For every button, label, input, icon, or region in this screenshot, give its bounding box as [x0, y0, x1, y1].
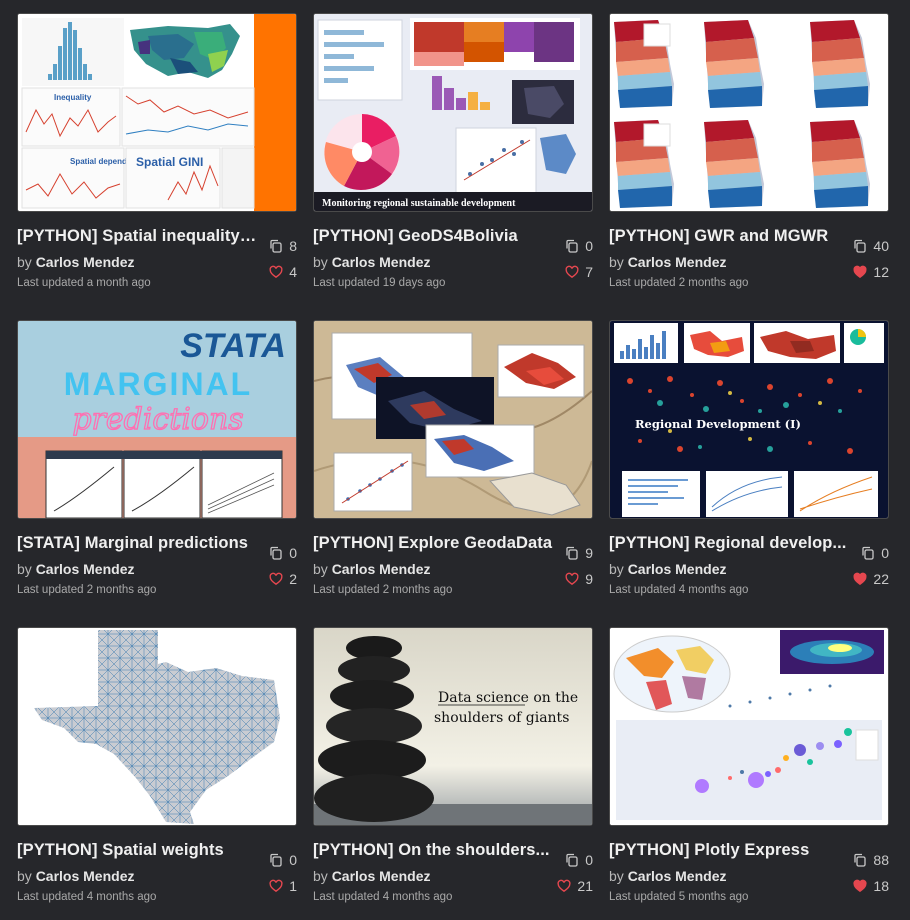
notebook-title[interactable]: [PYTHON] Explore GeodaData — [313, 534, 553, 553]
like-button[interactable]: 1 — [237, 877, 297, 895]
author-line: by Carlos Mendez — [17, 868, 135, 884]
copy-icon — [270, 853, 282, 867]
notebook-title[interactable]: [PYTHON] GWR and MGWR — [609, 227, 849, 246]
notebook-card[interactable]: [PYTHON] Spatial weights by Carlos Mende… — [17, 627, 297, 903]
copy-icon — [270, 239, 282, 253]
last-updated: Last updated a month ago — [17, 277, 151, 289]
heart-outline-icon — [269, 572, 283, 586]
like-button[interactable]: 21 — [533, 877, 593, 895]
notebook-title[interactable]: [PYTHON] GeoDS4Bolivia — [313, 227, 553, 246]
thumb-text-stata: STATA — [180, 327, 286, 365]
notebook-thumbnail[interactable]: Inequality Spatial dependence Spatial GI… — [17, 13, 297, 212]
author-link[interactable]: Carlos Mendez — [332, 254, 431, 270]
copy-icon — [566, 239, 578, 253]
fork-count[interactable]: 0 — [829, 544, 889, 562]
author-line: by Carlos Mendez — [313, 868, 431, 884]
author-line: by Carlos Mendez — [313, 561, 431, 577]
thumb-text-line1: Data science on the — [438, 690, 578, 706]
thumb-caption: Regional Development (I) — [635, 417, 801, 431]
notebook-card[interactable]: [PYTHON] Plotly Express by Carlos Mendez… — [609, 627, 889, 903]
notebook-thumbnail[interactable] — [313, 320, 593, 519]
heart-outline-icon — [565, 572, 579, 586]
fork-count[interactable]: 88 — [829, 851, 889, 869]
last-updated: Last updated 19 days ago — [313, 277, 446, 289]
notebook-thumbnail[interactable]: Regional Development (I) — [609, 320, 889, 519]
notebook-title[interactable]: [PYTHON] Plotly Express — [609, 841, 849, 860]
notebook-title[interactable]: [PYTHON] Spatial inequality ... — [17, 227, 257, 246]
like-button[interactable]: 9 — [533, 570, 593, 588]
notebook-card[interactable]: Monitoring regional sustainable developm… — [313, 13, 593, 289]
heart-filled-icon — [853, 879, 867, 893]
author-link[interactable]: Carlos Mendez — [36, 868, 135, 884]
heart-outline-icon — [269, 879, 283, 893]
thumb-text-marginal: MARGINAL — [64, 366, 252, 402]
heart-filled-icon — [853, 265, 867, 279]
author-line: by Carlos Mendez — [609, 561, 727, 577]
notebook-title[interactable]: [PYTHON] On the shoulders... — [313, 841, 553, 860]
notebook-thumbnail[interactable]: Monitoring regional sustainable developm… — [313, 13, 593, 212]
notebook-card[interactable]: [PYTHON] Explore GeodaData by Carlos Men… — [313, 320, 593, 596]
fork-count[interactable]: 0 — [237, 851, 297, 869]
notebook-thumbnail[interactable] — [609, 627, 889, 826]
notebook-card[interactable]: Inequality Spatial dependence Spatial GI… — [17, 13, 297, 289]
copy-icon — [270, 546, 282, 560]
like-button[interactable]: 4 — [237, 263, 297, 281]
last-updated: Last updated 5 months ago — [609, 891, 749, 903]
author-line: by Carlos Mendez — [609, 254, 727, 270]
like-button[interactable]: 18 — [829, 877, 889, 895]
like-button[interactable]: 22 — [829, 570, 889, 588]
notebook-thumbnail[interactable]: Data science on the shoulders of giants — [313, 627, 593, 826]
notebook-thumbnail[interactable] — [17, 627, 297, 826]
notebook-card[interactable]: [PYTHON] GWR and MGWR by Carlos Mendez L… — [609, 13, 889, 289]
fork-count[interactable]: 0 — [533, 237, 593, 255]
author-link[interactable]: Carlos Mendez — [628, 254, 727, 270]
copy-icon — [862, 546, 874, 560]
heart-filled-icon — [853, 572, 867, 586]
copy-icon — [854, 239, 867, 253]
notebook-title[interactable]: [PYTHON] Regional develop... — [609, 534, 849, 553]
notebook-thumbnail[interactable] — [609, 13, 889, 212]
notebook-thumbnail[interactable]: STATA MARGINAL predictions — [17, 320, 297, 519]
thumb-text-inequality: Inequality — [54, 93, 92, 102]
thumb-text-line2: shoulders of giants — [434, 710, 569, 726]
notebook-title[interactable]: [PYTHON] Spatial weights — [17, 841, 257, 860]
last-updated: Last updated 4 months ago — [17, 891, 157, 903]
copy-icon — [566, 853, 578, 867]
author-link[interactable]: Carlos Mendez — [36, 254, 135, 270]
last-updated: Last updated 2 months ago — [313, 584, 453, 596]
author-link[interactable]: Carlos Mendez — [628, 868, 727, 884]
author-line: by Carlos Mendez — [313, 254, 431, 270]
last-updated: Last updated 2 months ago — [17, 584, 157, 596]
notebook-card[interactable]: Data science on the shoulders of giants … — [313, 627, 593, 903]
like-button[interactable]: 12 — [829, 263, 889, 281]
author-link[interactable]: Carlos Mendez — [332, 561, 431, 577]
last-updated: Last updated 4 months ago — [313, 891, 453, 903]
author-line: by Carlos Mendez — [17, 254, 135, 270]
copy-icon — [566, 546, 578, 560]
thumb-text-predictions: predictions — [72, 402, 243, 437]
fork-count[interactable]: 0 — [533, 851, 593, 869]
fork-count[interactable]: 40 — [829, 237, 889, 255]
heart-outline-icon — [269, 265, 283, 279]
notebook-card[interactable]: STATA MARGINAL predictions [STATA] Margi… — [17, 320, 297, 596]
thumb-text-spatial-gini: Spatial GINI — [136, 155, 203, 169]
author-link[interactable]: Carlos Mendez — [628, 561, 727, 577]
fork-count[interactable]: 0 — [237, 544, 297, 562]
copy-icon — [854, 853, 867, 867]
notebook-title[interactable]: [STATA] Marginal predictions — [17, 534, 257, 553]
author-line: by Carlos Mendez — [17, 561, 135, 577]
last-updated: Last updated 4 months ago — [609, 584, 749, 596]
fork-count[interactable]: 9 — [533, 544, 593, 562]
like-button[interactable]: 7 — [533, 263, 593, 281]
author-line: by Carlos Mendez — [609, 868, 727, 884]
last-updated: Last updated 2 months ago — [609, 277, 749, 289]
thumb-caption: Monitoring regional sustainable developm… — [322, 198, 516, 209]
heart-outline-icon — [565, 265, 579, 279]
like-button[interactable]: 2 — [237, 570, 297, 588]
author-link[interactable]: Carlos Mendez — [332, 868, 431, 884]
fork-count[interactable]: 8 — [237, 237, 297, 255]
heart-outline-icon — [557, 879, 571, 893]
notebook-card[interactable]: Regional Development (I) [PYTHON] Region… — [609, 320, 889, 596]
author-link[interactable]: Carlos Mendez — [36, 561, 135, 577]
